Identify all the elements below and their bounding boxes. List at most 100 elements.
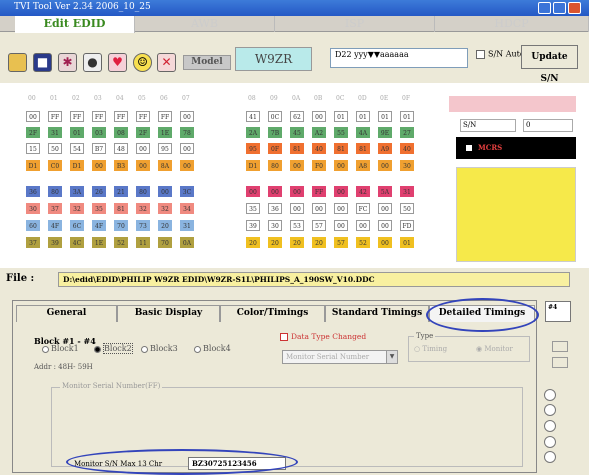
hex-cell[interactable]: 30 — [268, 220, 282, 231]
hex-cell[interactable]: FF — [92, 111, 106, 122]
radio-circle[interactable] — [42, 345, 49, 353]
hex-cell[interactable]: 35 — [246, 203, 260, 214]
hex-cell[interactable]: 36 — [26, 186, 40, 197]
hex-cell[interactable]: 20 — [312, 237, 326, 248]
hex-cell[interactable]: 00 — [158, 186, 172, 197]
hex-cell[interactable]: 20 — [246, 237, 260, 248]
hex-cell[interactable]: 27 — [400, 127, 414, 138]
hex-cell[interactable]: 30 — [400, 160, 414, 171]
smiley-icon[interactable]: ☺ — [133, 53, 152, 72]
hex-cell[interactable]: FC — [356, 203, 370, 214]
sn-value-field[interactable]: 0 — [523, 119, 573, 132]
ball-icon[interactable]: ● — [83, 53, 102, 72]
spin-up-button[interactable] — [552, 341, 568, 352]
hex-cell[interactable]: 62 — [290, 111, 304, 122]
hex-cell[interactable]: 35 — [92, 203, 106, 214]
tab-awb[interactable]: AWB — [135, 16, 275, 32]
hex-cell[interactable]: 2A — [246, 127, 260, 138]
radio-circle[interactable] — [141, 345, 148, 353]
tab-hdcp[interactable]: HDCP — [435, 16, 589, 32]
hex-cell[interactable]: 95 — [158, 143, 172, 154]
hex-cell[interactable]: FD — [400, 220, 414, 231]
hex-cell[interactable]: 1E — [92, 237, 106, 248]
minimize-icon[interactable] — [538, 2, 551, 14]
hex-cell[interactable]: 31 — [180, 220, 194, 231]
hex-cell[interactable]: 4C — [70, 237, 84, 248]
hex-cell[interactable]: 34 — [180, 203, 194, 214]
hex-cell[interactable]: 42 — [356, 186, 370, 197]
hex-cell[interactable]: 80 — [136, 186, 150, 197]
spin-down-button[interactable] — [552, 357, 568, 368]
hex-cell[interactable]: 00 — [92, 160, 106, 171]
hex-cell[interactable]: 41 — [246, 111, 260, 122]
radio-block3[interactable]: Block3 — [141, 344, 178, 353]
hex-cell[interactable]: 00 — [312, 111, 326, 122]
hex-cell[interactable]: 52 — [356, 237, 370, 248]
save-icon[interactable]: ■ — [33, 53, 52, 72]
hex-cell[interactable]: 00 — [290, 160, 304, 171]
radio-block2[interactable]: Block2 — [94, 343, 133, 354]
tab-basic-display[interactable]: Basic Display — [117, 305, 220, 322]
hex-cell[interactable]: 7B — [268, 127, 282, 138]
hex-cell[interactable]: 0F — [268, 143, 282, 154]
hex-cell[interactable]: A9 — [378, 143, 392, 154]
hex-cell[interactable]: 39 — [48, 237, 62, 248]
hex-cell[interactable]: 3C — [180, 186, 194, 197]
hex-cell[interactable]: D1 — [246, 160, 260, 171]
hex-cell[interactable]: FF — [136, 111, 150, 122]
hex-cell[interactable]: 20 — [158, 220, 172, 231]
hex-cell[interactable]: 73 — [136, 220, 150, 231]
radio-circle[interactable] — [94, 345, 101, 353]
radio-option-5[interactable] — [544, 451, 556, 463]
hex-cell[interactable]: 2F — [136, 127, 150, 138]
hex-cell[interactable]: 00 — [180, 111, 194, 122]
hex-cell[interactable]: 95 — [246, 143, 260, 154]
tab-general[interactable]: General — [16, 305, 117, 322]
hex-cell[interactable]: 2F — [26, 127, 40, 138]
hex-cell[interactable]: 32 — [158, 203, 172, 214]
hex-cell[interactable]: 00 — [378, 203, 392, 214]
hex-cell[interactable]: F0 — [312, 160, 326, 171]
radio-block4[interactable]: Block4 — [194, 344, 231, 353]
hex-cell[interactable]: 00 — [378, 220, 392, 231]
close-icon[interactable] — [568, 2, 581, 14]
hex-cell[interactable]: 03 — [92, 127, 106, 138]
hex-cell[interactable]: 00 — [356, 220, 370, 231]
hex-cell[interactable]: FF — [158, 111, 172, 122]
hex-cell[interactable]: 50 — [48, 143, 62, 154]
hex-cell[interactable]: 45 — [290, 127, 304, 138]
hex-cell[interactable]: 52 — [114, 237, 128, 248]
hex-cell[interactable]: 57 — [334, 237, 348, 248]
hex-cell[interactable]: 55 — [334, 127, 348, 138]
hex-cell[interactable]: 6C — [70, 220, 84, 231]
hex-cell[interactable]: 37 — [48, 203, 62, 214]
hex-cell[interactable]: 60 — [26, 220, 40, 231]
hex-cell[interactable]: 54 — [70, 143, 84, 154]
radio-option-2[interactable] — [544, 404, 556, 416]
hex-cell[interactable]: 21 — [114, 186, 128, 197]
hex-cell[interactable]: 78 — [180, 127, 194, 138]
hex-cell[interactable]: 81 — [334, 143, 348, 154]
tab-isp[interactable]: ISP — [275, 16, 435, 32]
hex-cell[interactable]: 00 — [180, 160, 194, 171]
hex-cell[interactable]: 11 — [136, 237, 150, 248]
hex-cell[interactable]: 0A — [180, 237, 194, 248]
butterfly-icon[interactable]: ✱ — [58, 53, 77, 72]
hex-cell[interactable]: 01 — [356, 111, 370, 122]
tab-standard-timings[interactable]: Standard Timings — [325, 305, 429, 322]
hex-cell[interactable]: 01 — [334, 111, 348, 122]
hex-cell[interactable]: 01 — [378, 111, 392, 122]
hex-cell[interactable]: C0 — [48, 160, 62, 171]
serial-input[interactable]: D22 yyy▼▼aaaaaa — [330, 48, 468, 68]
hex-cell[interactable]: B7 — [92, 143, 106, 154]
hex-cell[interactable]: FF — [70, 111, 84, 122]
hex-cell[interactable]: 5A — [378, 186, 392, 197]
open-folder-icon[interactable] — [8, 53, 27, 72]
hex-cell[interactable]: 80 — [268, 160, 282, 171]
radio-circle[interactable] — [194, 345, 201, 353]
hex-cell[interactable]: 00 — [268, 186, 282, 197]
hex-cell[interactable]: FF — [48, 111, 62, 122]
hex-cell[interactable]: D1 — [26, 160, 40, 171]
radio-option-3[interactable] — [544, 420, 556, 432]
hex-cell[interactable]: 00 — [26, 111, 40, 122]
